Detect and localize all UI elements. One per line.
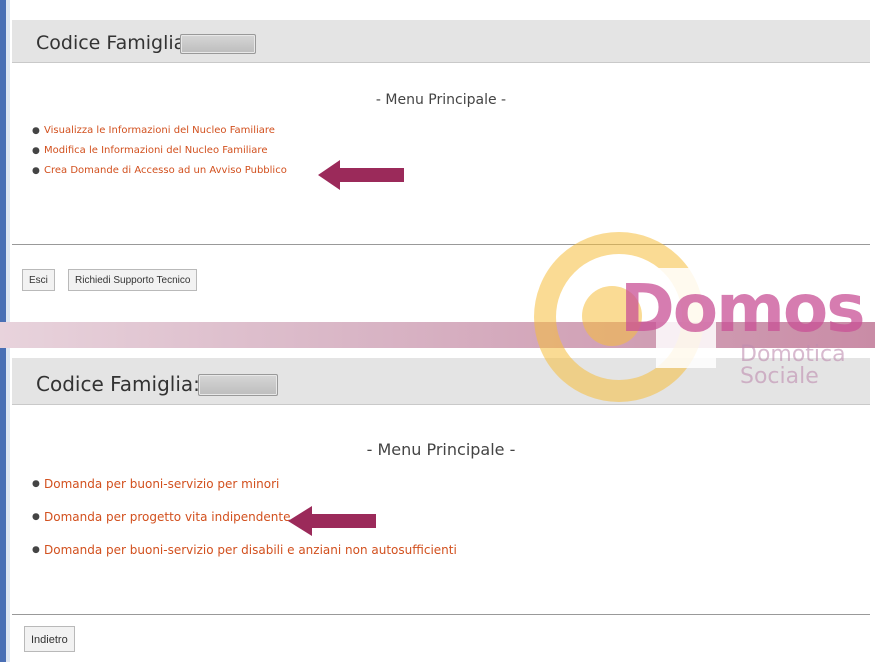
bullet-icon: ● — [32, 146, 40, 156]
indietro-button[interactable]: Indietro — [24, 626, 75, 652]
menu-item-disabili-anziani: ● Domanda per buoni-servizio per disabili… — [32, 540, 457, 573]
menu-item-visualizza: ● Visualizza le Informazioni del Nucleo F… — [32, 123, 287, 143]
codice-famiglia-label: Codice Famiglia: — [36, 372, 200, 396]
codice-famiglia-redacted-value — [180, 34, 256, 54]
left-arrow-icon — [288, 506, 376, 536]
menu-item-minori: ● Domanda per buoni-servizio per minori — [32, 474, 457, 507]
menu-title: - Menu Principale - — [366, 440, 516, 459]
link-domanda-vita-indipendente[interactable]: Domanda per progetto vita indipendente — [44, 510, 290, 524]
top-header: Codice Famiglia: — [12, 20, 870, 63]
domande-menu-list: ● Domanda per buoni-servizio per minori ●… — [32, 474, 457, 573]
menu-item-vita-indipendente: ● Domanda per progetto vita indipendente — [32, 507, 457, 540]
link-modifica-nucleo[interactable]: Modifica le Informazioni del Nucleo Fami… — [44, 145, 267, 156]
link-domanda-disabili-anziani[interactable]: Domanda per buoni-servizio per disabili … — [44, 543, 457, 557]
divider — [12, 614, 870, 615]
codice-famiglia-label: Codice Famiglia: — [36, 32, 192, 54]
left-arrow-icon — [318, 160, 404, 190]
esci-button[interactable]: Esci — [22, 269, 55, 291]
bullet-icon: ● — [32, 166, 40, 176]
bullet-icon: ● — [32, 479, 40, 489]
bullet-icon: ● — [32, 512, 40, 522]
divider — [12, 244, 870, 245]
menu-item-crea-domande: ● Crea Domande di Accesso ad un Avviso Pu… — [32, 163, 287, 183]
top-panel: Codice Famiglia: - Menu Principale - ● Vi… — [12, 0, 870, 320]
main-menu-list: ● Visualizza le Informazioni del Nucleo F… — [32, 123, 287, 183]
richiedi-supporto-button[interactable]: Richiedi Supporto Tecnico — [68, 269, 198, 291]
bullet-icon: ● — [32, 545, 40, 555]
bullet-icon: ● — [32, 126, 40, 136]
menu-title: - Menu Principale - — [375, 92, 507, 108]
link-domanda-minori[interactable]: Domanda per buoni-servizio per minori — [44, 477, 279, 491]
codice-famiglia-redacted-value — [198, 374, 278, 396]
link-visualizza-nucleo[interactable]: Visualizza le Informazioni del Nucleo Fa… — [44, 125, 275, 136]
bottom-header: Codice Famiglia: — [12, 358, 870, 405]
link-crea-domande[interactable]: Crea Domande di Accesso ad un Avviso Pub… — [44, 165, 287, 176]
menu-item-modifica: ● Modifica le Informazioni del Nucleo Fam… — [32, 143, 287, 163]
bottom-panel: Codice Famiglia: - Menu Principale - ● Do… — [12, 344, 870, 662]
